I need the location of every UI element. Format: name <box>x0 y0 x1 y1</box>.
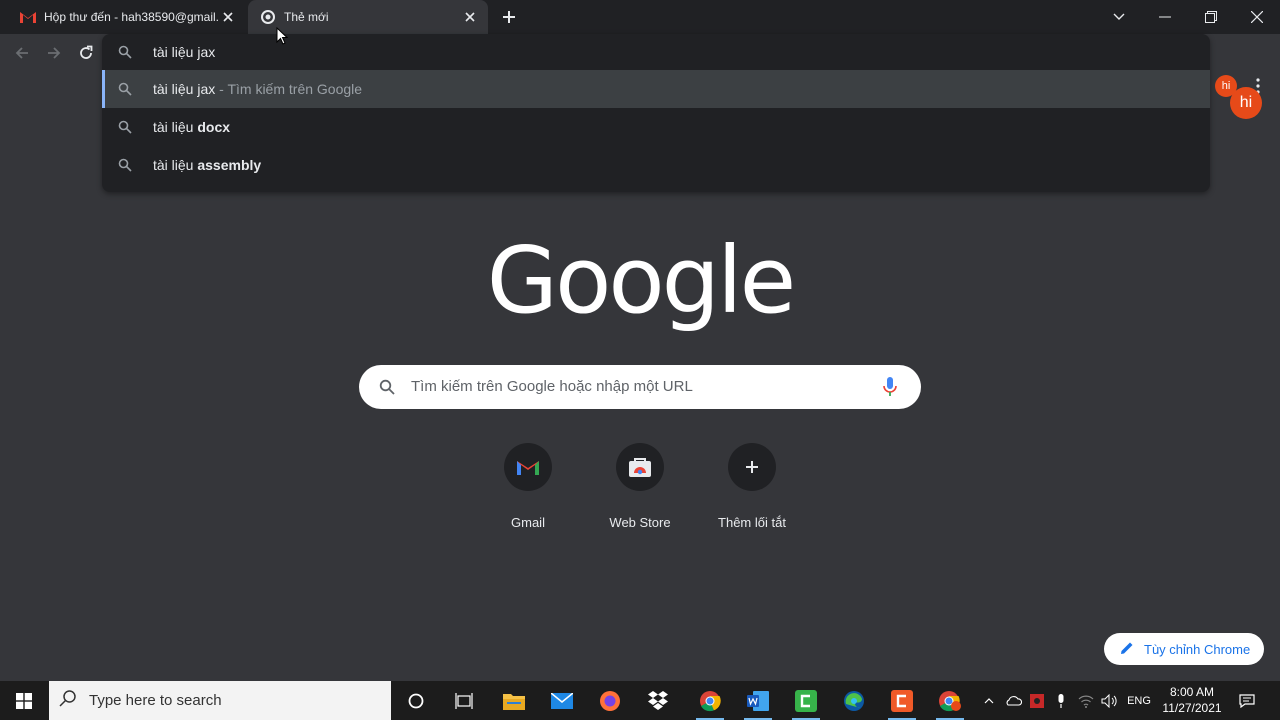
plus-icon <box>728 443 776 491</box>
search-icon <box>118 120 132 137</box>
ntp-search-box[interactable]: Tìm kiếm trên Google hoặc nhập một URL <box>359 365 921 409</box>
tab-title: Thẻ mới <box>284 10 329 24</box>
suggestion-suffix: - Tìm kiếm trên Google <box>215 81 363 97</box>
search-icon <box>118 82 132 99</box>
search-placeholder: Tìm kiếm trên Google hoặc nhập một URL <box>411 378 693 395</box>
customize-label: Tùy chỉnh Chrome <box>1144 641 1251 657</box>
camtasia-icon[interactable] <box>878 681 926 720</box>
chrome-icon[interactable] <box>686 681 734 720</box>
suggestion-bold: assembly <box>197 157 262 173</box>
microphone-icon[interactable] <box>883 377 897 402</box>
taskbar-search[interactable]: Type here to search <box>49 681 391 720</box>
cortana-icon[interactable] <box>392 681 440 720</box>
pencil-icon <box>1120 641 1134 658</box>
shortcut-add[interactable]: Thêm lối tắt <box>696 443 808 533</box>
search-icon <box>59 689 77 712</box>
close-icon[interactable] <box>460 7 480 27</box>
google-logo: Google <box>486 226 796 334</box>
shortcut-label: Web Store <box>609 515 671 530</box>
minimize-icon[interactable] <box>1142 0 1188 34</box>
suggestion-bold: docx <box>197 119 231 135</box>
search-icon <box>118 45 132 64</box>
suggestion-text: tài liệu jax <box>153 81 216 97</box>
tab-gmail[interactable]: Hộp thư đến - hah38590@gmail. <box>8 0 246 34</box>
shortcut-web-store[interactable]: Web Store <box>584 443 696 533</box>
shortcut-gmail[interactable]: Gmail <box>472 443 584 533</box>
gmail-icon <box>20 9 36 25</box>
wifi-icon[interactable] <box>1074 681 1098 720</box>
cursor-icon <box>276 26 289 50</box>
show-hidden-icons-icon[interactable] <box>980 681 998 720</box>
search-icon <box>118 158 132 175</box>
recording-icon[interactable] <box>1026 681 1048 720</box>
close-icon[interactable] <box>218 7 238 27</box>
dropbox-icon[interactable] <box>634 681 682 720</box>
clock-date: 11/27/2021 <box>1162 701 1222 715</box>
webstore-icon <box>616 443 664 491</box>
suggestion-prefix: tài liệu <box>153 157 198 173</box>
tab-title: Hộp thư đến - hah38590@gmail. <box>44 10 218 24</box>
clock[interactable]: 8:00 AM 11/27/2021 <box>1156 684 1228 716</box>
camtasia-recorder-icon[interactable] <box>782 681 830 720</box>
taskbar: Type here to search ENG 8:00 AM 11/27/20… <box>0 681 1280 720</box>
search-icon <box>379 379 395 400</box>
omnibox-popup: tài liệu jax tài liệu jax - Tìm kiếm trê… <box>102 34 1210 192</box>
task-view-icon[interactable] <box>440 681 488 720</box>
customize-chrome-button[interactable]: Tùy chỉnh Chrome <box>1104 633 1264 665</box>
omnibox-input[interactable]: tài liệu jax <box>102 34 1210 70</box>
clock-time: 8:00 AM <box>1169 685 1215 699</box>
suggestion-item[interactable]: tài liệu assembly <box>102 146 1210 184</box>
chrome-profile-icon[interactable] <box>926 681 974 720</box>
windows-start-icon[interactable] <box>0 681 48 720</box>
new-tab-button[interactable] <box>498 6 520 28</box>
close-window-icon[interactable] <box>1234 0 1280 34</box>
edge-icon[interactable] <box>830 681 878 720</box>
forward-icon[interactable] <box>42 41 66 65</box>
shortcut-label: Thêm lối tắt <box>718 515 786 530</box>
restore-icon[interactable] <box>1188 0 1234 34</box>
mail-icon[interactable] <box>538 681 586 720</box>
onedrive-icon[interactable] <box>1002 681 1024 720</box>
shortcut-label: Gmail <box>511 515 545 530</box>
avatar[interactable]: hi <box>1230 87 1262 119</box>
suggestion-item[interactable]: tài liệu docx <box>102 108 1210 146</box>
file-explorer-icon[interactable] <box>490 681 538 720</box>
tab-strip: Hộp thư đến - hah38590@gmail. Thẻ mới <box>0 0 1280 34</box>
gmail-icon <box>504 443 552 491</box>
back-icon[interactable] <box>10 41 34 65</box>
chrome-icon <box>260 9 276 25</box>
notifications-icon[interactable] <box>1234 681 1260 720</box>
suggestion-item[interactable]: tài liệu jax - Tìm kiếm trên Google <box>102 70 1210 108</box>
omnibox-text[interactable]: tài liệu jax <box>153 44 215 60</box>
firefox-icon[interactable] <box>586 681 634 720</box>
tab-search-icon[interactable] <box>1096 0 1142 34</box>
suggestion-prefix: tài liệu <box>153 119 198 135</box>
microphone-icon[interactable] <box>1050 681 1072 720</box>
word-icon[interactable] <box>734 681 782 720</box>
taskbar-search-placeholder: Type here to search <box>89 692 222 709</box>
language-indicator[interactable]: ENG <box>1124 681 1154 720</box>
volume-icon[interactable] <box>1098 681 1120 720</box>
reload-icon[interactable] <box>74 41 98 65</box>
